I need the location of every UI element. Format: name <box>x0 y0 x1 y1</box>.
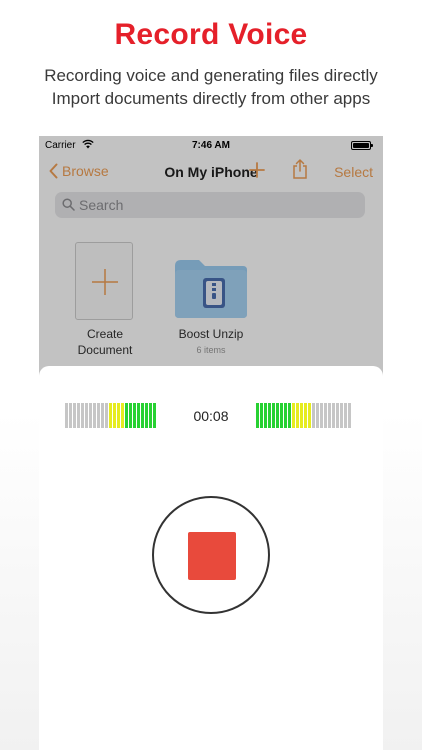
subheadline-recording: Recording voice and generating files dir… <box>44 66 378 85</box>
meter-bar <box>308 403 311 428</box>
meter-bar <box>260 403 263 428</box>
meter-bar <box>300 403 303 428</box>
stop-icon <box>188 532 236 580</box>
meter-bar <box>288 403 291 428</box>
meter-bar <box>312 403 315 428</box>
meter-bar <box>324 403 327 428</box>
subheadline-import: Import documents directly from other app… <box>51 89 371 108</box>
meter-bar <box>328 403 331 428</box>
meter-bar <box>344 403 347 428</box>
meter-bar <box>276 403 279 428</box>
stop-recording-button[interactable] <box>152 496 270 614</box>
recording-sheet: 00:08 <box>39 366 383 750</box>
meter-bar <box>336 403 339 428</box>
meter-bar <box>280 403 283 428</box>
meter-bar <box>296 403 299 428</box>
meter-bar <box>268 403 271 428</box>
meter-bar <box>332 403 335 428</box>
meter-bar <box>316 403 319 428</box>
headline: Record Voice <box>114 18 308 51</box>
meter-bar <box>256 403 259 428</box>
meter-bar <box>340 403 343 428</box>
meter-bar <box>264 403 267 428</box>
right-level-meter <box>256 403 351 428</box>
meter-bar <box>304 403 307 428</box>
meter-bar <box>272 403 275 428</box>
phone-screen: Carrier 7:46 AM Browse On My iPhone Sele… <box>39 136 383 750</box>
meter-bar <box>320 403 323 428</box>
meter-bar <box>284 403 287 428</box>
meter-bar <box>292 403 295 428</box>
meter-bar <box>348 403 351 428</box>
